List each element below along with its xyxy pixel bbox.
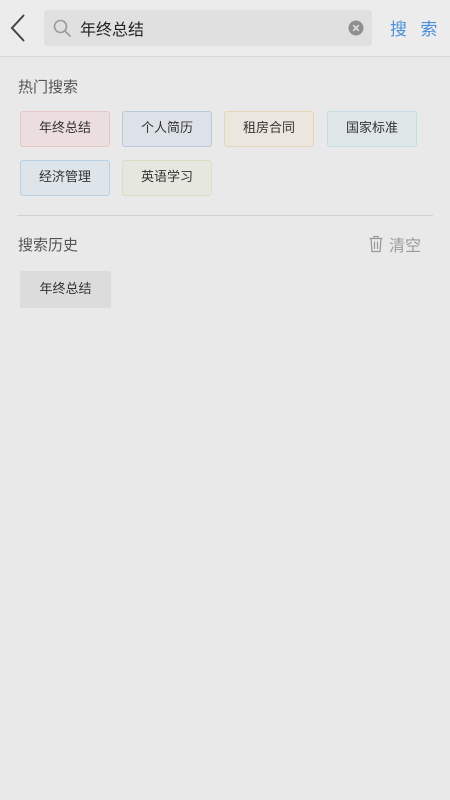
trash-icon — [369, 235, 383, 253]
back-button[interactable] — [6, 10, 34, 46]
search-box — [44, 10, 372, 46]
search-button[interactable]: 搜 索 — [390, 15, 441, 40]
section-divider — [17, 215, 433, 216]
search-input[interactable] — [80, 10, 344, 46]
chevron-left-icon — [10, 14, 25, 42]
hot-tag[interactable]: 个人简历 — [122, 111, 212, 147]
hot-tag[interactable]: 英语学习 — [122, 160, 212, 196]
search-icon — [53, 19, 71, 37]
hot-tag[interactable]: 年终总结 — [20, 111, 110, 147]
history-item[interactable]: 年终总结 — [20, 271, 111, 308]
clear-circle-icon[interactable] — [348, 20, 364, 36]
hot-search-title: 热门搜索 — [18, 78, 79, 96]
clear-history-label: 清空 — [389, 236, 422, 255]
clear-history-button[interactable]: 清空 — [368, 233, 421, 255]
hot-tag[interactable]: 经济管理 — [20, 160, 110, 196]
search-history-title: 搜索历史 — [18, 236, 79, 254]
hot-tag[interactable]: 国家标准 — [327, 111, 417, 147]
hot-tag[interactable]: 租房合同 — [224, 111, 314, 147]
search-header: 搜 索 — [0, 0, 450, 57]
